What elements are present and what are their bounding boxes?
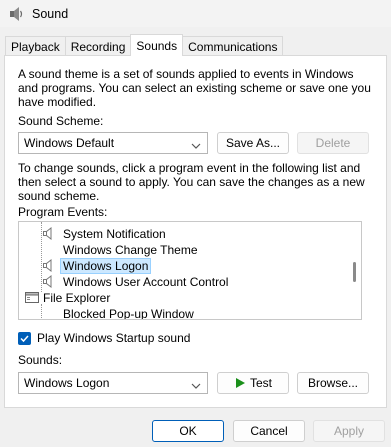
chevron-down-icon [191, 379, 201, 389]
list-item-label: Blocked Pop-up Window [63, 307, 194, 320]
browse-button[interactable]: Browse... [297, 372, 369, 394]
startup-sound-label[interactable]: Play Windows Startup sound [37, 331, 190, 346]
apply-button[interactable]: Apply [313, 420, 385, 442]
tab-sounds[interactable]: Sounds [130, 34, 184, 56]
chevron-down-icon [191, 139, 201, 149]
instructions-line-2: then select a sound to apply. You can sa… [18, 175, 365, 189]
program-events-label: Program Events: [18, 205, 108, 219]
list-item[interactable]: Windows Change Theme [19, 242, 361, 258]
tab-playback[interactable]: Playback [5, 36, 66, 56]
list-item-label: Windows User Account Control [63, 275, 229, 289]
sound-file-dropdown[interactable]: Windows Logon [18, 372, 208, 394]
list-item-label: File Explorer [43, 291, 111, 305]
window-title: Sound [32, 6, 69, 21]
title-bar: Sound [0, 0, 391, 27]
theme-description-line-3: have modified. [18, 95, 97, 109]
instructions-line-1: To change sounds, click a program event … [18, 161, 361, 175]
list-item[interactable]: File Explorer [19, 290, 361, 306]
list-item[interactable]: System Notification [19, 226, 361, 242]
folder-icon [25, 291, 39, 304]
sound-scheme-dropdown[interactable]: Windows Default [18, 132, 208, 154]
scrollbar-thumb[interactable] [353, 262, 356, 282]
sound-scheme-label: Sound Scheme: [18, 114, 104, 128]
test-button-label: Test [249, 376, 272, 390]
ok-button[interactable]: OK [152, 420, 224, 442]
theme-description-line-1: A sound theme is a set of sounds applied… [18, 67, 354, 81]
sound-file-value: Windows Logon [24, 376, 110, 390]
startup-sound-checkbox[interactable] [18, 332, 31, 345]
sound-scheme-value: Windows Default [24, 136, 115, 150]
list-item-label: System Notification [63, 227, 166, 241]
cancel-button[interactable]: Cancel [233, 420, 305, 442]
list-item-label: Windows Logon [59, 258, 152, 274]
save-as-button[interactable]: Save As... [217, 132, 289, 154]
theme-description-line-2: and programs. You can select an existing… [18, 81, 371, 95]
list-item[interactable]: Blocked Pop-up Window [19, 306, 361, 320]
list-item[interactable]: Windows Logon [19, 258, 361, 274]
play-icon [235, 378, 245, 388]
tab-communications[interactable]: Communications [182, 36, 284, 56]
speaker-app-icon [8, 6, 24, 22]
speaker-icon [42, 258, 55, 273]
tab-recording[interactable]: Recording [64, 36, 132, 56]
list-scrollbar[interactable] [348, 223, 360, 319]
sounds-label: Sounds: [18, 353, 63, 367]
list-item-label: Windows Change Theme [63, 243, 198, 257]
speaker-icon [42, 274, 55, 289]
delete-button[interactable]: Delete [297, 132, 369, 154]
checkmark-icon [20, 335, 29, 343]
program-events-list[interactable]: System Notification Windows Change Theme… [18, 221, 362, 320]
instructions-line-3: sound scheme. [18, 189, 100, 203]
speaker-icon [42, 226, 55, 241]
tab-bar: Playback Recording Sounds Communications [5, 34, 284, 56]
list-item[interactable]: Windows User Account Control [19, 274, 361, 290]
test-button[interactable]: Test [217, 372, 289, 394]
